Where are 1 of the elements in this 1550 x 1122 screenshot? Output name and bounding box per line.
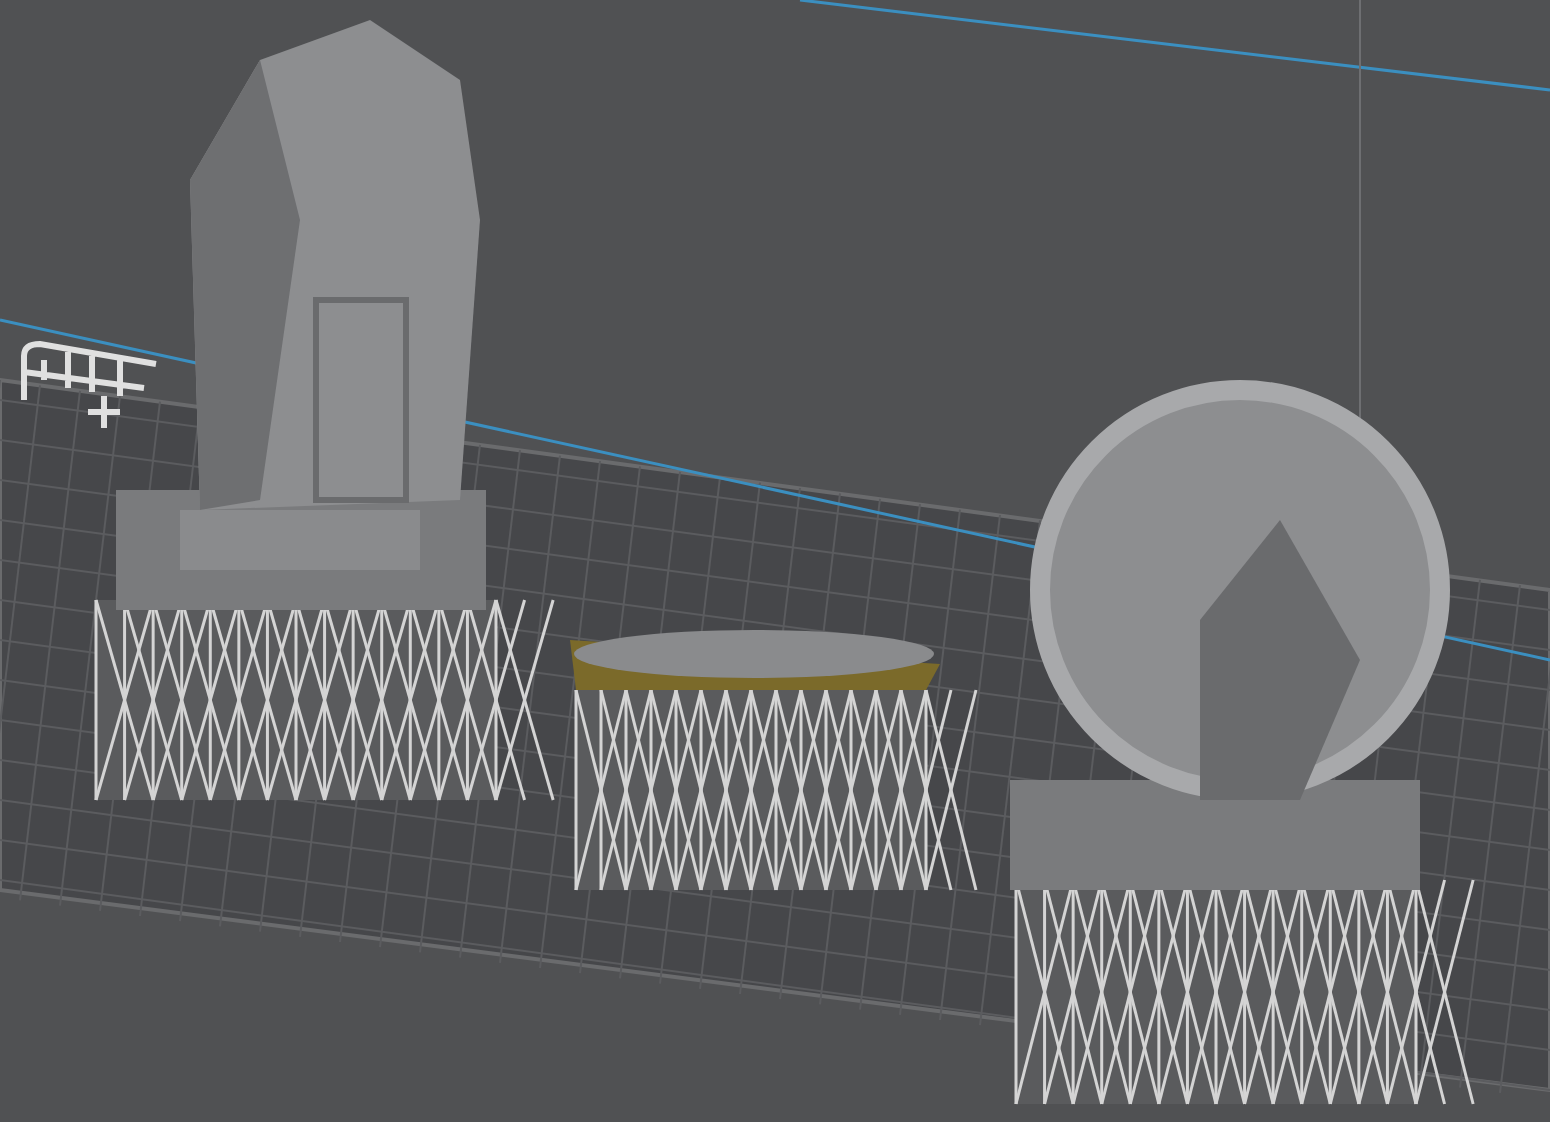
plate-origin-icon bbox=[21, 341, 159, 431]
